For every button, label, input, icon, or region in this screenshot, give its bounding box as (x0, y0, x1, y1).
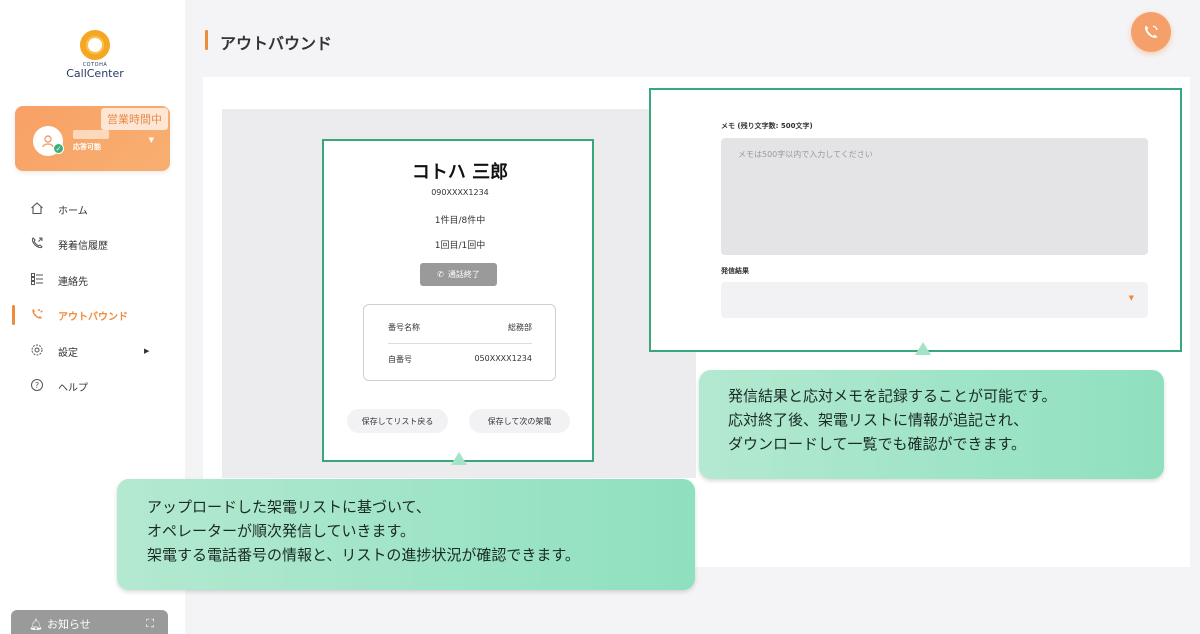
memo-callout: 発信結果と応対メモを記録することが可能です。 応対終了後、架電リストに情報が追記… (699, 370, 1164, 479)
notice-tab[interactable]: 🔔︎ お知らせ ⛶ (11, 610, 168, 634)
phone-icon: ✆ (437, 270, 444, 279)
notice-label: お知らせ (46, 618, 91, 631)
home-icon (29, 201, 45, 218)
sidebar-item-home[interactable]: ホーム (0, 197, 185, 221)
bell-icon: 🔔︎ (29, 617, 43, 631)
sidebar-item-label: 発着信履歴 (58, 240, 108, 252)
contact-phone: 090XXXX1234 (431, 188, 489, 197)
settings-icon (29, 343, 45, 360)
app-logo[interactable]: COTOHA CallCenter (62, 30, 128, 79)
business-hours-badge: 営業時間中 (101, 108, 168, 130)
save-and-back-button[interactable]: 保存してリスト戻る (347, 409, 448, 433)
logo-main-text: CallCenter (66, 67, 124, 80)
sidebar-item-contacts[interactable]: 連絡先 (0, 268, 185, 292)
sidebar-item-label: 設定 (58, 347, 78, 359)
help-icon: ? (29, 378, 45, 395)
result-select[interactable]: ▼ (721, 282, 1148, 318)
memo-area: メモ (残り文字数: 500文字) メモは500字以内で入力してください 発信結… (649, 88, 1182, 352)
end-call-button[interactable]: ✆ 通話終了 (420, 263, 497, 286)
chevron-right-icon: ▶ (144, 347, 150, 355)
contact-name: コトハ 三郎 (411, 162, 509, 183)
info-value: 050XXXX1234 (474, 354, 532, 363)
outbound-icon (29, 307, 45, 324)
result-label: 発信結果 (721, 267, 749, 275)
info-key: 自番号 (388, 355, 412, 364)
contact-card: コトハ 三郎 090XXXX1234 1件目/8件中 1回目/1回中 ✆ 通話終… (322, 139, 594, 462)
memo-textarea[interactable]: メモは500字以内で入力してください (721, 138, 1148, 255)
check-icon: ✓ (53, 143, 64, 154)
info-row: 自番号 050XXXX1234 (388, 354, 532, 365)
callout-line: 架電する電話番号の情報と、リストの進捗状況が確認できます。 (147, 546, 580, 564)
active-indicator (12, 305, 15, 325)
callout-line: アップロードした架電リストに基づいて、 (147, 498, 431, 516)
sidebar-item-outbound[interactable]: アウトバウンド (0, 303, 185, 327)
page-title: アウトバウンド (220, 34, 333, 53)
svg-text:?: ? (35, 381, 39, 390)
logo-ring-icon (80, 30, 110, 60)
chevron-down-icon[interactable]: ▼ (149, 136, 154, 144)
sidebar-item-label: ヘルプ (58, 382, 88, 394)
list-callout: アップロードした架電リストに基づいて、 オペレーターが順次発信していきます。 架… (117, 479, 695, 590)
sidebar-item-label: アウトバウンド (58, 311, 128, 323)
callout-line: 発信結果と応対メモを記録することが可能です。 (728, 387, 1057, 405)
number-info-box: 番号名称 総務部 自番号 050XXXX1234 (363, 304, 556, 381)
phone-button[interactable] (1131, 12, 1171, 52)
info-row: 番号名称 総務部 (388, 322, 532, 333)
sidebar-item-label: ホーム (58, 205, 88, 217)
callout-tail (915, 342, 931, 355)
save-and-next-button[interactable]: 保存して次の架電 (469, 409, 570, 433)
call-progress: 1回目/1回中 (434, 241, 486, 251)
callout-line: 応対終了後、架電リストに情報が追記され、 (728, 411, 1029, 429)
list-progress: 1件目/8件中 (434, 216, 486, 226)
phone-icon (1145, 25, 1158, 38)
callout-line: ダウンロードして一覧でも確認ができます。 (728, 435, 1027, 453)
contacts-icon (29, 272, 45, 289)
memo-label: メモ (残り文字数: 500文字) (721, 122, 813, 130)
sidebar-item-settings[interactable]: 設定 ▶ (0, 339, 185, 363)
call-history-icon (29, 236, 45, 253)
info-value: 総務部 (508, 323, 532, 332)
sidebar-item-call-history[interactable]: 発着信履歴 (0, 232, 185, 256)
user-status-card[interactable]: 営業時間中 ✓ 応答可能 ▼ (15, 106, 170, 171)
sidebar-item-help[interactable]: ? ヘルプ (0, 374, 185, 398)
chevron-down-icon: ▼ (1128, 294, 1134, 302)
user-status-text: 応答可能 (73, 143, 101, 151)
user-name-redacted (73, 130, 109, 139)
end-call-label: 通話終了 (447, 270, 480, 279)
callout-line: オペレーターが順次発信していきます。 (147, 522, 416, 540)
expand-icon[interactable]: ⛶ (146, 617, 154, 631)
info-key: 番号名称 (388, 323, 420, 332)
callout-tail (451, 452, 467, 465)
sidebar-item-label: 連絡先 (58, 276, 88, 288)
divider (388, 343, 532, 344)
title-accent-bar (205, 30, 208, 50)
